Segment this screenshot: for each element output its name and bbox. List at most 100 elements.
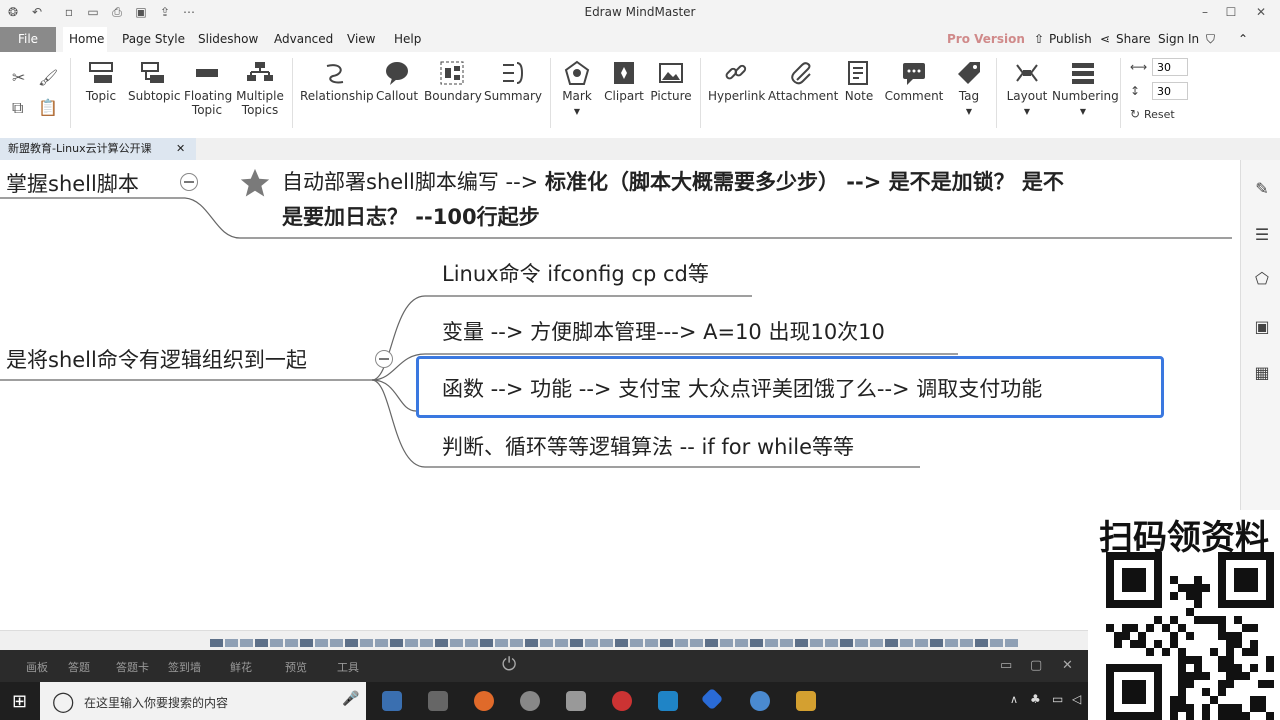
menu-help[interactable]: Help	[394, 32, 421, 46]
format-icon[interactable]: ✎	[1253, 180, 1271, 198]
page-thumbnail[interactable]	[240, 639, 253, 647]
topic-button[interactable]: Topic	[80, 60, 122, 103]
page-thumbnail[interactable]	[375, 639, 388, 647]
page-thumbnail[interactable]	[390, 639, 403, 647]
mark-dropdown-icon[interactable]: ▼	[574, 107, 580, 116]
subtopic-linux-commands[interactable]: Linux命令 ifconfig cp cd等	[442, 258, 709, 288]
page-thumbnail[interactable]	[765, 639, 778, 647]
relationship-button[interactable]: Relationship	[300, 60, 374, 103]
maximize-icon[interactable]: ☐	[1224, 5, 1238, 19]
publish-button[interactable]: Publish	[1049, 32, 1092, 46]
subtopic-functions[interactable]: 函数 --> 功能 --> 支付宝 大众点评美团饿了么--> 调取支付功能	[442, 373, 1042, 403]
page-thumbnail[interactable]	[855, 639, 868, 647]
picture-button[interactable]: Picture	[650, 60, 692, 103]
page-thumbnail[interactable]	[660, 639, 673, 647]
volume-icon[interactable]: ◁	[1072, 692, 1081, 706]
page-thumbnail[interactable]	[450, 639, 463, 647]
page-thumbnail[interactable]	[705, 639, 718, 647]
close-icon[interactable]: ✕	[1254, 5, 1268, 19]
page-thumbnail[interactable]	[525, 639, 538, 647]
mark-panel-icon[interactable]: ⬠	[1253, 270, 1271, 288]
cut-icon[interactable]: ✂	[12, 68, 25, 87]
main-topic[interactable]: 是将shell命令有逻辑组织到一起	[6, 344, 307, 374]
close-app-icon[interactable]: ✕	[1062, 658, 1073, 673]
page-thumbnail[interactable]	[435, 639, 448, 647]
window-icon[interactable]: ▭	[1000, 658, 1012, 673]
fullscreen-icon[interactable]: ▢	[1030, 658, 1042, 673]
app-button-draw[interactable]: 画板	[26, 659, 48, 675]
collapse-toggle[interactable]	[180, 173, 198, 191]
page-thumbnail[interactable]	[495, 639, 508, 647]
share-button[interactable]: Share	[1116, 32, 1151, 46]
menu-view[interactable]: View	[347, 32, 375, 46]
page-thumbnail[interactable]	[630, 639, 643, 647]
taskbar-search[interactable]: ◯ 在这里输入你要搜索的内容 🎤	[40, 682, 366, 720]
publish-icon[interactable]: ⇧	[1034, 32, 1044, 46]
clipart-button[interactable]: Clipart	[602, 60, 646, 103]
menu-file[interactable]: File	[0, 27, 56, 52]
attachment-button[interactable]: Attachment	[768, 60, 838, 103]
layout-button[interactable]: Layout ▼	[1004, 60, 1050, 117]
numbering-dropdown-icon[interactable]: ▼	[1080, 107, 1086, 116]
page-thumbnail[interactable]	[645, 639, 658, 647]
floating-topic-button[interactable]: Floating Topic	[184, 60, 232, 117]
multiple-topics-button[interactable]: Multiple Topics	[236, 60, 284, 117]
app-button-tools[interactable]: 工具	[337, 659, 359, 675]
subtopic-variables[interactable]: 变量 --> 方便脚本管理---> A=10 出现10次10	[442, 316, 885, 346]
app-button-answer-card[interactable]: 答题卡	[116, 659, 149, 675]
task-panel-icon[interactable]: ▦	[1253, 364, 1271, 382]
callout-button[interactable]: Callout	[376, 60, 418, 103]
tag-dropdown-icon[interactable]: ▼	[966, 107, 972, 116]
page-thumbnail[interactable]	[225, 639, 238, 647]
clipart-panel-icon[interactable]: ▣	[1253, 318, 1271, 336]
page-thumbnail[interactable]	[420, 639, 433, 647]
hyperlink-button[interactable]: Hyperlink	[708, 60, 765, 103]
boundary-button[interactable]: Boundary	[424, 60, 482, 103]
page-thumbnail[interactable]	[285, 639, 298, 647]
width-input[interactable]: 30	[1152, 58, 1188, 76]
page-thumbnail[interactable]	[720, 639, 733, 647]
menu-advanced[interactable]: Advanced	[274, 32, 333, 46]
page-thumbnail[interactable]	[600, 639, 613, 647]
paste-icon[interactable]: 📋	[38, 98, 58, 117]
app-button-checkin[interactable]: 签到墙	[168, 659, 201, 675]
page-thumbnail[interactable]	[810, 639, 823, 647]
network-icon[interactable]: ▭	[1052, 692, 1063, 706]
comment-button[interactable]: Comment	[884, 60, 944, 103]
firefox-icon[interactable]	[474, 691, 494, 711]
menu-slideshow[interactable]: Slideshow	[198, 32, 258, 46]
taskbar-app-icon[interactable]	[382, 691, 402, 711]
page-thumbnail[interactable]	[540, 639, 553, 647]
page-thumbnail[interactable]	[465, 639, 478, 647]
callout-text-line1[interactable]: 自动部署shell脚本编写 --> 标准化（脚本大概需要多少步） --> 是不是…	[282, 166, 1064, 196]
tray-expand-icon[interactable]: ∧	[1010, 693, 1018, 706]
mindmap-canvas[interactable]: 掌握shell脚本 自动部署shell脚本编写 --> 标准化（脚本大概需要多少…	[0, 160, 1240, 630]
page-thumbnail[interactable]	[315, 639, 328, 647]
reset-icon[interactable]: ↻	[1130, 107, 1140, 121]
page-thumbnail[interactable]	[975, 639, 988, 647]
app-button-preview[interactable]: 预览	[285, 659, 307, 675]
page-thumbnail[interactable]	[930, 639, 943, 647]
page-thumbnail[interactable]	[825, 639, 838, 647]
page-thumbnail[interactable]	[585, 639, 598, 647]
page-thumbnail[interactable]	[900, 639, 913, 647]
sign-in-button[interactable]: Sign In	[1158, 32, 1199, 46]
menu-page-style[interactable]: Page Style	[122, 32, 185, 46]
page-thumbnail[interactable]	[780, 639, 793, 647]
reset-button[interactable]: Reset	[1144, 108, 1175, 121]
share-icon[interactable]: ⋖	[1100, 32, 1110, 46]
page-thumbnail[interactable]	[960, 639, 973, 647]
page-thumbnail[interactable]	[510, 639, 523, 647]
page-thumbnail[interactable]	[345, 639, 358, 647]
app-button-answer[interactable]: 答题	[68, 659, 90, 675]
taskbar-app-icon[interactable]	[700, 687, 724, 711]
page-thumbnail[interactable]	[555, 639, 568, 647]
summary-button[interactable]: Summary	[484, 60, 542, 103]
page-thumbnail[interactable]	[1005, 639, 1018, 647]
page-thumbnail[interactable]	[255, 639, 268, 647]
folder-icon[interactable]	[796, 691, 816, 711]
tag-button[interactable]: Tag ▼	[950, 60, 988, 117]
page-thumbnail[interactable]	[795, 639, 808, 647]
page-thumbnail[interactable]	[210, 639, 223, 647]
page-thumbnail[interactable]	[735, 639, 748, 647]
